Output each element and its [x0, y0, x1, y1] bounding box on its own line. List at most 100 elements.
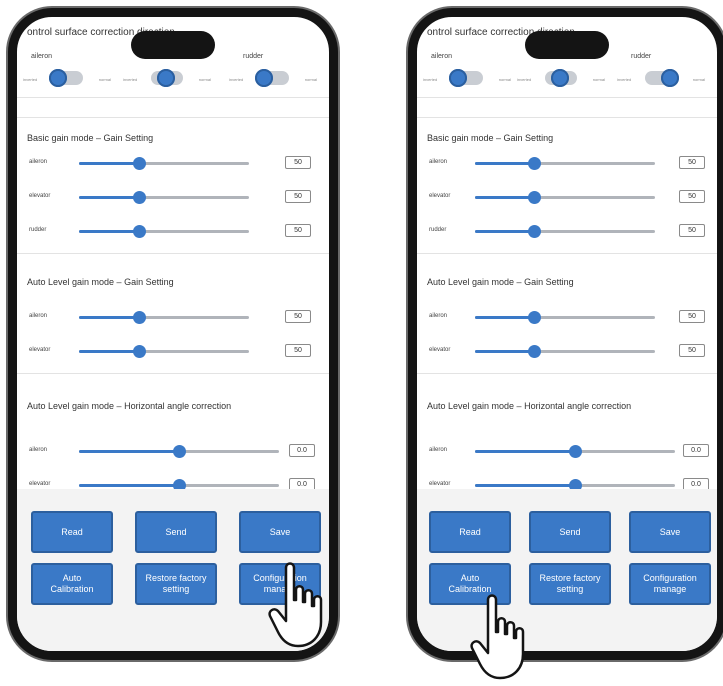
slider-label: elevator: [429, 481, 451, 487]
button-bar: Read Send Save Auto Calibration Restore …: [417, 489, 717, 651]
divider: [417, 253, 717, 254]
read-button[interactable]: Read: [429, 511, 511, 553]
slider-thumb[interactable]: [528, 345, 542, 358]
send-button[interactable]: Send: [135, 511, 217, 553]
direction-label: aileron: [31, 53, 53, 60]
slider-label: aileron: [29, 447, 48, 453]
direction-rudder: rudder inverted normal: [617, 53, 705, 87]
slider-thumb[interactable]: [173, 445, 186, 458]
divider: [17, 253, 329, 254]
toggle-left-label: inverted: [423, 77, 438, 82]
button-label: Restore factory setting: [539, 573, 601, 594]
slider-label: aileron: [429, 159, 448, 165]
auto-elevator-gain-slider[interactable]: [79, 345, 249, 358]
direction-aileron: aileron inverted normal: [23, 53, 111, 87]
toggle-right-label: normal: [498, 77, 511, 82]
aileron-direction-toggle[interactable]: [49, 69, 83, 87]
toggle-right-label: normal: [304, 77, 317, 82]
elevator-direction-toggle[interactable]: [545, 69, 577, 87]
value-field[interactable]: 50: [679, 156, 705, 169]
slider-thumb[interactable]: [528, 191, 542, 204]
slider-thumb[interactable]: [528, 311, 542, 324]
auto-aileron-gain-slider[interactable]: [475, 311, 655, 324]
restore-factory-button[interactable]: Restore factory setting: [135, 563, 217, 605]
button-label: Restore factory setting: [145, 573, 207, 594]
value-field[interactable]: 50: [679, 310, 705, 323]
slider-thumb[interactable]: [132, 157, 146, 170]
save-button[interactable]: Save: [239, 511, 321, 553]
toggle-left-label: inverted: [23, 77, 38, 82]
auto-calibration-button[interactable]: Auto Calibration: [31, 563, 113, 605]
read-button[interactable]: Read: [31, 511, 113, 553]
button-label: Read: [61, 526, 83, 537]
send-button[interactable]: Send: [529, 511, 611, 553]
direction-aileron: aileron inverted normal: [423, 53, 511, 87]
slider-label: aileron: [29, 159, 48, 165]
slider-thumb[interactable]: [132, 311, 146, 324]
direction-label: rudder: [631, 53, 652, 60]
slider-label: aileron: [429, 447, 448, 453]
toggle-left-label: inverted: [617, 77, 632, 82]
toggle-right-label: normal: [592, 77, 605, 82]
rudder-direction-toggle[interactable]: [255, 69, 289, 87]
section-title: Auto Level gain mode – Horizontal angle …: [27, 401, 232, 411]
slider-thumb[interactable]: [132, 191, 146, 204]
button-label: Read: [459, 526, 481, 537]
value-field[interactable]: 50: [679, 344, 705, 357]
toggle-left-label: inverted: [517, 77, 532, 82]
slider-row: aileron 50: [17, 153, 329, 173]
value-field[interactable]: 50: [285, 190, 311, 203]
value-field[interactable]: 50: [285, 344, 311, 357]
slider-label: elevator: [29, 347, 51, 353]
divider: [417, 97, 717, 98]
slider-label: elevator: [429, 193, 451, 199]
value-field[interactable]: 50: [679, 224, 705, 237]
aileron-angle-slider[interactable]: [79, 445, 279, 458]
aileron-direction-toggle[interactable]: [449, 69, 483, 87]
elevator-angle-slider[interactable]: [79, 479, 279, 492]
slider-row: rudder 50: [17, 221, 329, 241]
aileron-gain-slider[interactable]: [475, 157, 655, 170]
slider-thumb[interactable]: [528, 157, 542, 170]
settings-screen: ontrol surface correction direction aile…: [417, 17, 717, 651]
slider-row: aileron 50: [17, 307, 329, 327]
rudder-gain-slider[interactable]: [79, 225, 249, 238]
value-field[interactable]: 50: [285, 310, 311, 323]
configuration-manage-button[interactable]: Configuration manage: [629, 563, 711, 605]
value-field[interactable]: 50: [679, 190, 705, 203]
rudder-gain-slider[interactable]: [475, 225, 655, 238]
slider-thumb[interactable]: [569, 445, 582, 458]
slider-label: aileron: [429, 313, 448, 319]
elevator-gain-slider[interactable]: [475, 191, 655, 204]
auto-elevator-gain-slider[interactable]: [475, 345, 655, 358]
section-title: Basic gain mode – Gain Setting: [27, 133, 154, 143]
elevator-direction-toggle[interactable]: [151, 69, 183, 87]
slider-row: aileron 0.0: [17, 441, 329, 461]
value-field[interactable]: 50: [285, 156, 311, 169]
hand-pointer-icon: [470, 594, 525, 680]
divider: [17, 373, 329, 374]
slider-row: elevator 50: [417, 341, 717, 361]
auto-aileron-gain-slider[interactable]: [79, 311, 249, 324]
value-field[interactable]: 0.0: [289, 444, 315, 457]
value-field[interactable]: 0.0: [683, 444, 709, 457]
slider-label: elevator: [29, 193, 51, 199]
divider: [417, 373, 717, 374]
elevator-gain-slider[interactable]: [79, 191, 249, 204]
rudder-direction-toggle[interactable]: [645, 69, 679, 87]
toggle-left-label: inverted: [229, 77, 244, 82]
elevator-angle-slider[interactable]: [475, 479, 675, 492]
restore-factory-button[interactable]: Restore factory setting: [529, 563, 611, 605]
button-label: Save: [269, 526, 291, 537]
slider-thumb[interactable]: [132, 345, 146, 358]
settings-screen: ontrol surface correction direction aile…: [17, 17, 329, 651]
slider-row: elevator 50: [17, 187, 329, 207]
slider-thumb[interactable]: [528, 225, 542, 238]
slider-thumb[interactable]: [132, 225, 146, 238]
value-field[interactable]: 50: [285, 224, 311, 237]
aileron-angle-slider[interactable]: [475, 445, 675, 458]
toggle-right-label: normal: [692, 77, 705, 82]
save-button[interactable]: Save: [629, 511, 711, 553]
aileron-gain-slider[interactable]: [79, 157, 249, 170]
button-label: Auto Calibration: [50, 573, 94, 594]
